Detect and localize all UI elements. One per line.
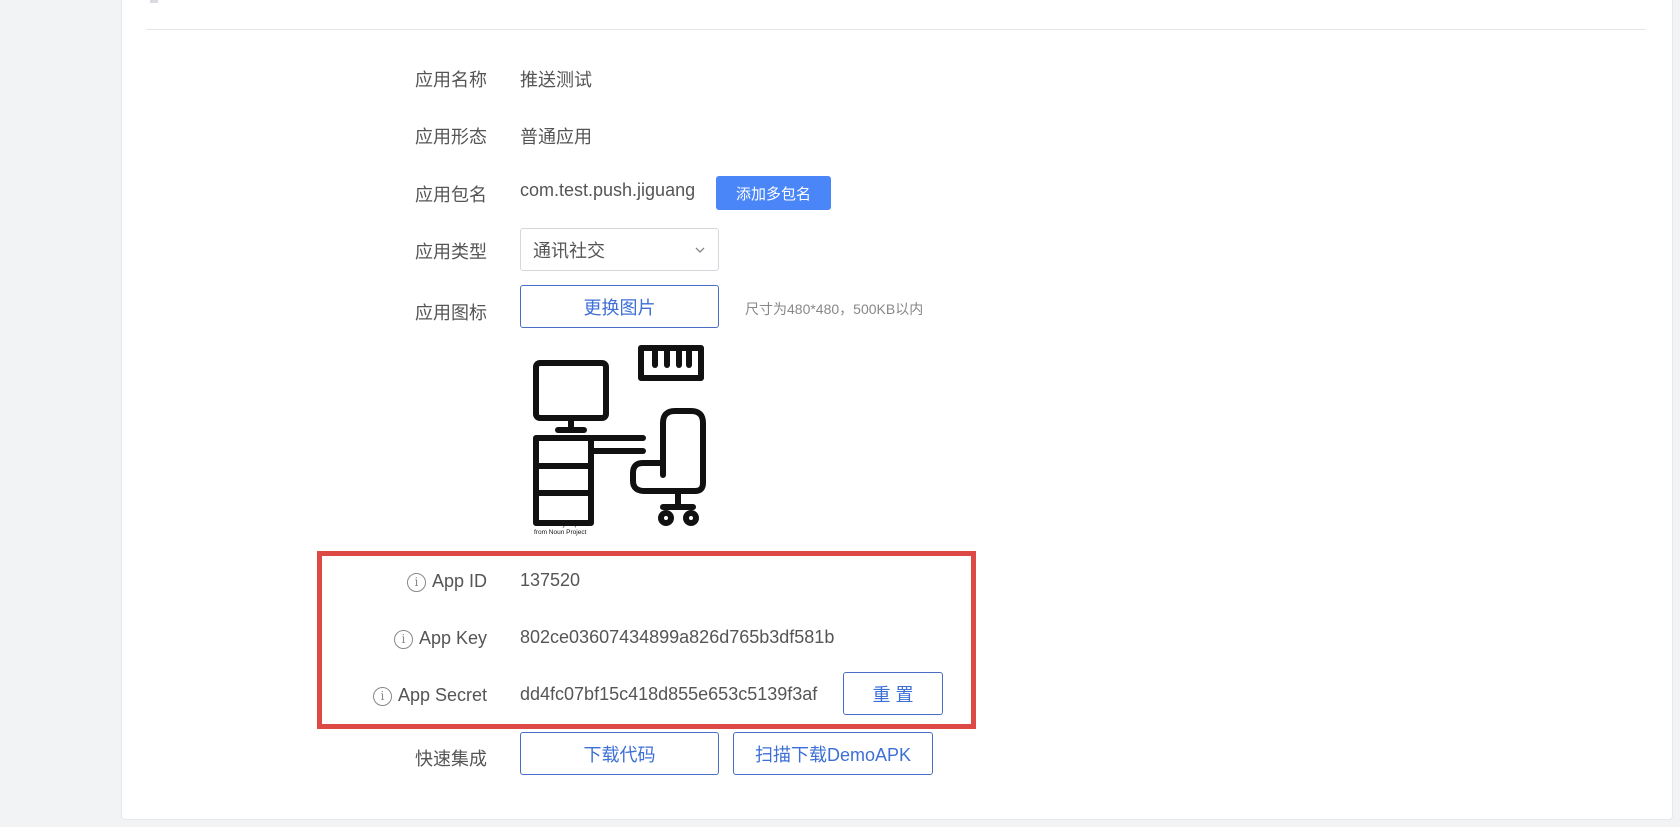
info-circle-icon: i <box>406 573 426 592</box>
app-name-value: 推送测试 <box>520 70 592 90</box>
desk-computer-icon: Created by tulpahn from Noun Project <box>533 345 706 536</box>
app-secret-value: dd4fc07bf15c418d855e653c5139f3af <box>520 684 818 704</box>
info-circle-icon: i <box>393 630 413 649</box>
image-size-hint: 尺寸为480*480，500KB以内 <box>745 301 924 317</box>
app-secret-label: i App Secret <box>372 685 487 706</box>
chevron-down-icon <box>695 247 705 253</box>
app-icon-image: Created by tulpahn from Noun Project <box>533 343 709 537</box>
package-name-value: com.test.push.jiguang <box>520 180 696 200</box>
package-name-label: 应用包名 <box>415 185 487 205</box>
change-image-button[interactable]: 更换图片 <box>520 285 719 328</box>
app-name-label: 应用名称 <box>415 70 487 90</box>
quick-integration-label: 快速集成 <box>415 749 487 769</box>
icon-credit-line2: from Noun Project <box>534 529 587 536</box>
app-id-value: 137520 <box>520 570 581 590</box>
info-circle-icon: i <box>372 687 392 706</box>
tab-indicator <box>150 0 158 3</box>
reset-secret-button[interactable]: 重 置 <box>843 672 943 715</box>
download-code-button[interactable]: 下载代码 <box>520 732 719 775</box>
app-type-select[interactable]: 通讯社交 <box>520 228 719 271</box>
app-id-label: i App ID <box>406 571 487 592</box>
app-type-selected: 通讯社交 <box>533 240 605 261</box>
app-type-label: 应用类型 <box>415 242 487 262</box>
header-divider <box>146 29 1646 30</box>
icon-credit-line1: Created by tulpahn <box>534 521 589 528</box>
add-package-button[interactable]: 添加多包名 <box>716 176 831 210</box>
app-key-label: i App Key <box>393 628 487 649</box>
app-icon-label: 应用图标 <box>415 303 487 323</box>
scan-download-demo-button[interactable]: 扫描下载DemoAPK <box>733 732 933 775</box>
app-form-value: 普通应用 <box>520 127 592 147</box>
app-key-value: 802ce03607434899a826d765b3df581b <box>520 627 835 647</box>
app-form-label: 应用形态 <box>415 127 487 147</box>
